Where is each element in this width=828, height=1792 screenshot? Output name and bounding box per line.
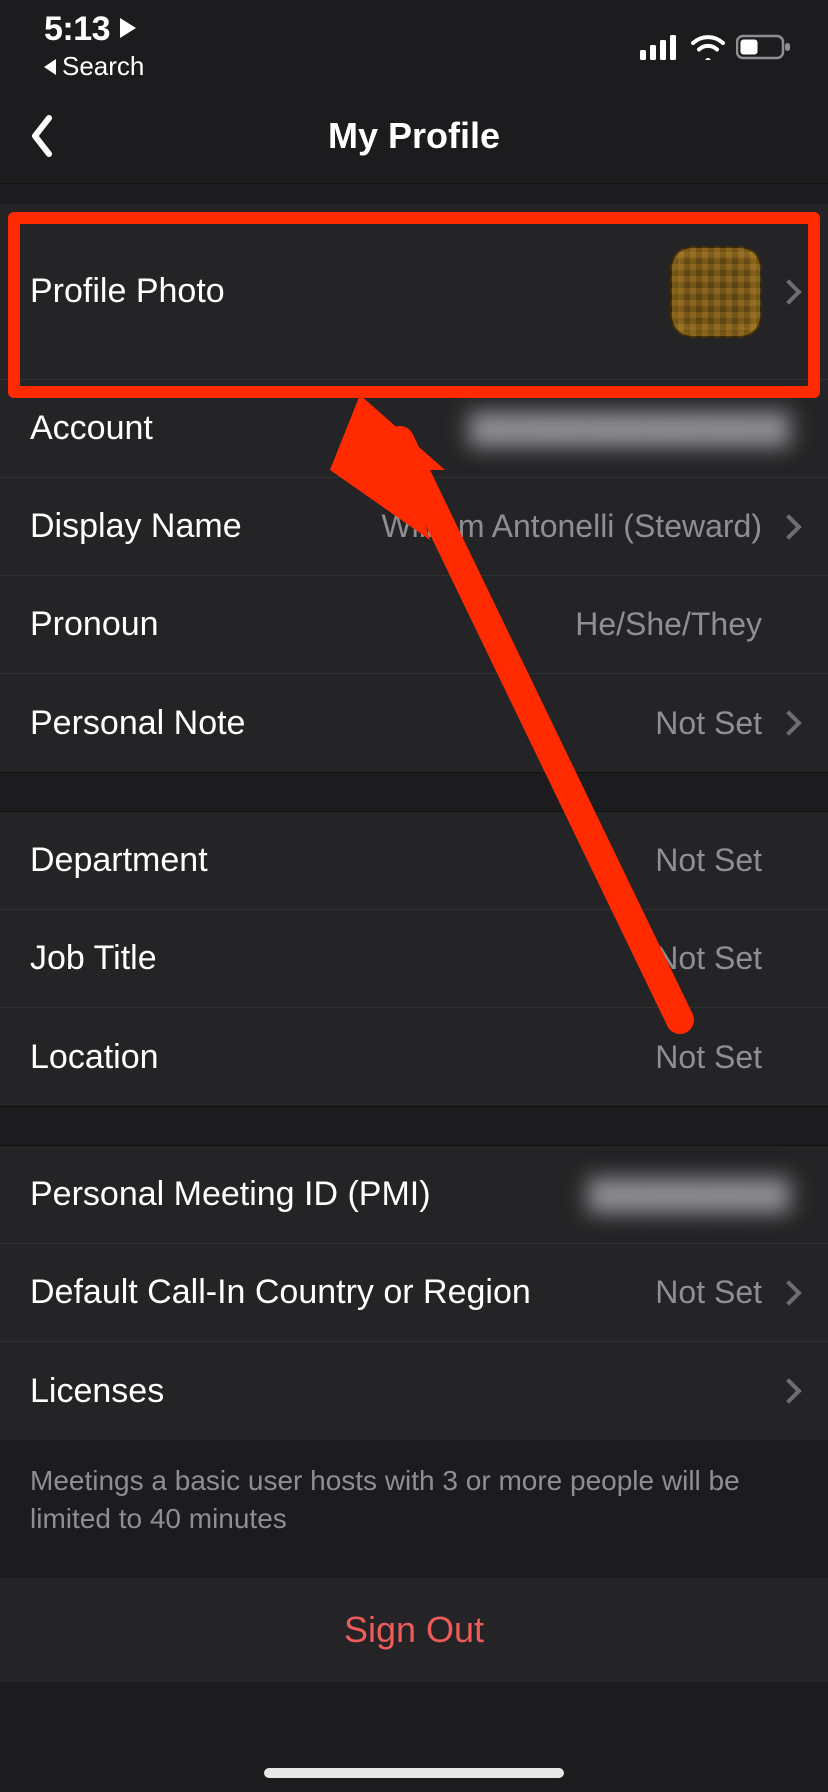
row-pmi[interactable]: Personal Meeting ID (PMI) ██████████ [0, 1146, 828, 1244]
ios-status-bar: 5:13 Search [0, 0, 828, 88]
row-label: Personal Note [30, 704, 245, 743]
back-button[interactable] [18, 112, 66, 160]
row-label: Default Call-In Country or Region [30, 1273, 531, 1312]
row-label: Account [30, 409, 153, 448]
row-label: Personal Meeting ID (PMI) [30, 1175, 431, 1214]
sign-out-button[interactable]: Sign Out [0, 1578, 828, 1682]
row-value: Not Set [655, 1274, 762, 1311]
row-label: Licenses [30, 1372, 164, 1411]
chevron-right-icon [776, 1378, 801, 1403]
row-licenses[interactable]: Licenses [0, 1342, 828, 1440]
status-time-text: 5:13 [44, 10, 110, 49]
row-account[interactable]: Account ████████████████ [0, 380, 828, 478]
row-value: Not Set [655, 1039, 762, 1076]
breadcrumb-label: Search [62, 51, 144, 82]
chevron-right-icon [776, 710, 801, 735]
row-value: Not Set [655, 705, 762, 742]
status-time: 5:13 [44, 10, 136, 49]
nav-header: My Profile [0, 88, 828, 184]
sign-out-section: Sign Out [0, 1578, 828, 1682]
row-value: Not Set [655, 842, 762, 879]
row-job-title[interactable]: Job Title Not Set [0, 910, 828, 1008]
row-value: Not Set [655, 940, 762, 977]
avatar [670, 246, 762, 338]
page-title: My Profile [0, 115, 828, 157]
chevron-left-icon [44, 59, 56, 75]
location-arrow-icon [120, 18, 136, 38]
sign-out-label: Sign Out [344, 1609, 484, 1651]
row-value: He/She/They [575, 606, 762, 643]
profile-section-1: Profile Photo Account ████████████████ D… [0, 204, 828, 772]
pmi-value-redacted: ██████████ [580, 1173, 798, 1217]
row-department[interactable]: Department Not Set [0, 812, 828, 910]
row-display-name[interactable]: Display Name William Antonelli (Steward) [0, 478, 828, 576]
row-value: William Antonelli (Steward) [381, 508, 762, 545]
chevron-right-icon [776, 1280, 801, 1305]
footer-note: Meetings a basic user hosts with 3 or mo… [0, 1440, 828, 1578]
row-label: Pronoun [30, 605, 159, 644]
row-label: Department [30, 841, 208, 880]
row-label: Job Title [30, 939, 157, 978]
row-label: Display Name [30, 507, 242, 546]
row-profile-photo[interactable]: Profile Photo [0, 204, 828, 380]
profile-section-2: Department Not Set Job Title Not Set Loc… [0, 812, 828, 1106]
row-default-call-in[interactable]: Default Call-In Country or Region Not Se… [0, 1244, 828, 1342]
row-pronoun[interactable]: Pronoun He/She/They [0, 576, 828, 674]
row-location[interactable]: Location Not Set [0, 1008, 828, 1106]
chevron-right-icon [776, 514, 801, 539]
status-right-icons [640, 34, 792, 82]
row-label: Location [30, 1038, 159, 1077]
battery-icon [736, 34, 792, 60]
home-indicator [264, 1768, 564, 1778]
chevron-right-icon [776, 279, 801, 304]
chevron-left-icon [27, 114, 57, 158]
row-personal-note[interactable]: Personal Note Not Set [0, 674, 828, 772]
account-value-redacted: ████████████████ [461, 407, 798, 451]
ios-breadcrumb-back[interactable]: Search [44, 51, 144, 82]
row-label: Profile Photo [30, 272, 225, 311]
profile-section-3: Personal Meeting ID (PMI) ██████████ Def… [0, 1146, 828, 1440]
cellular-bars-icon [640, 34, 680, 60]
wifi-icon [690, 34, 726, 60]
